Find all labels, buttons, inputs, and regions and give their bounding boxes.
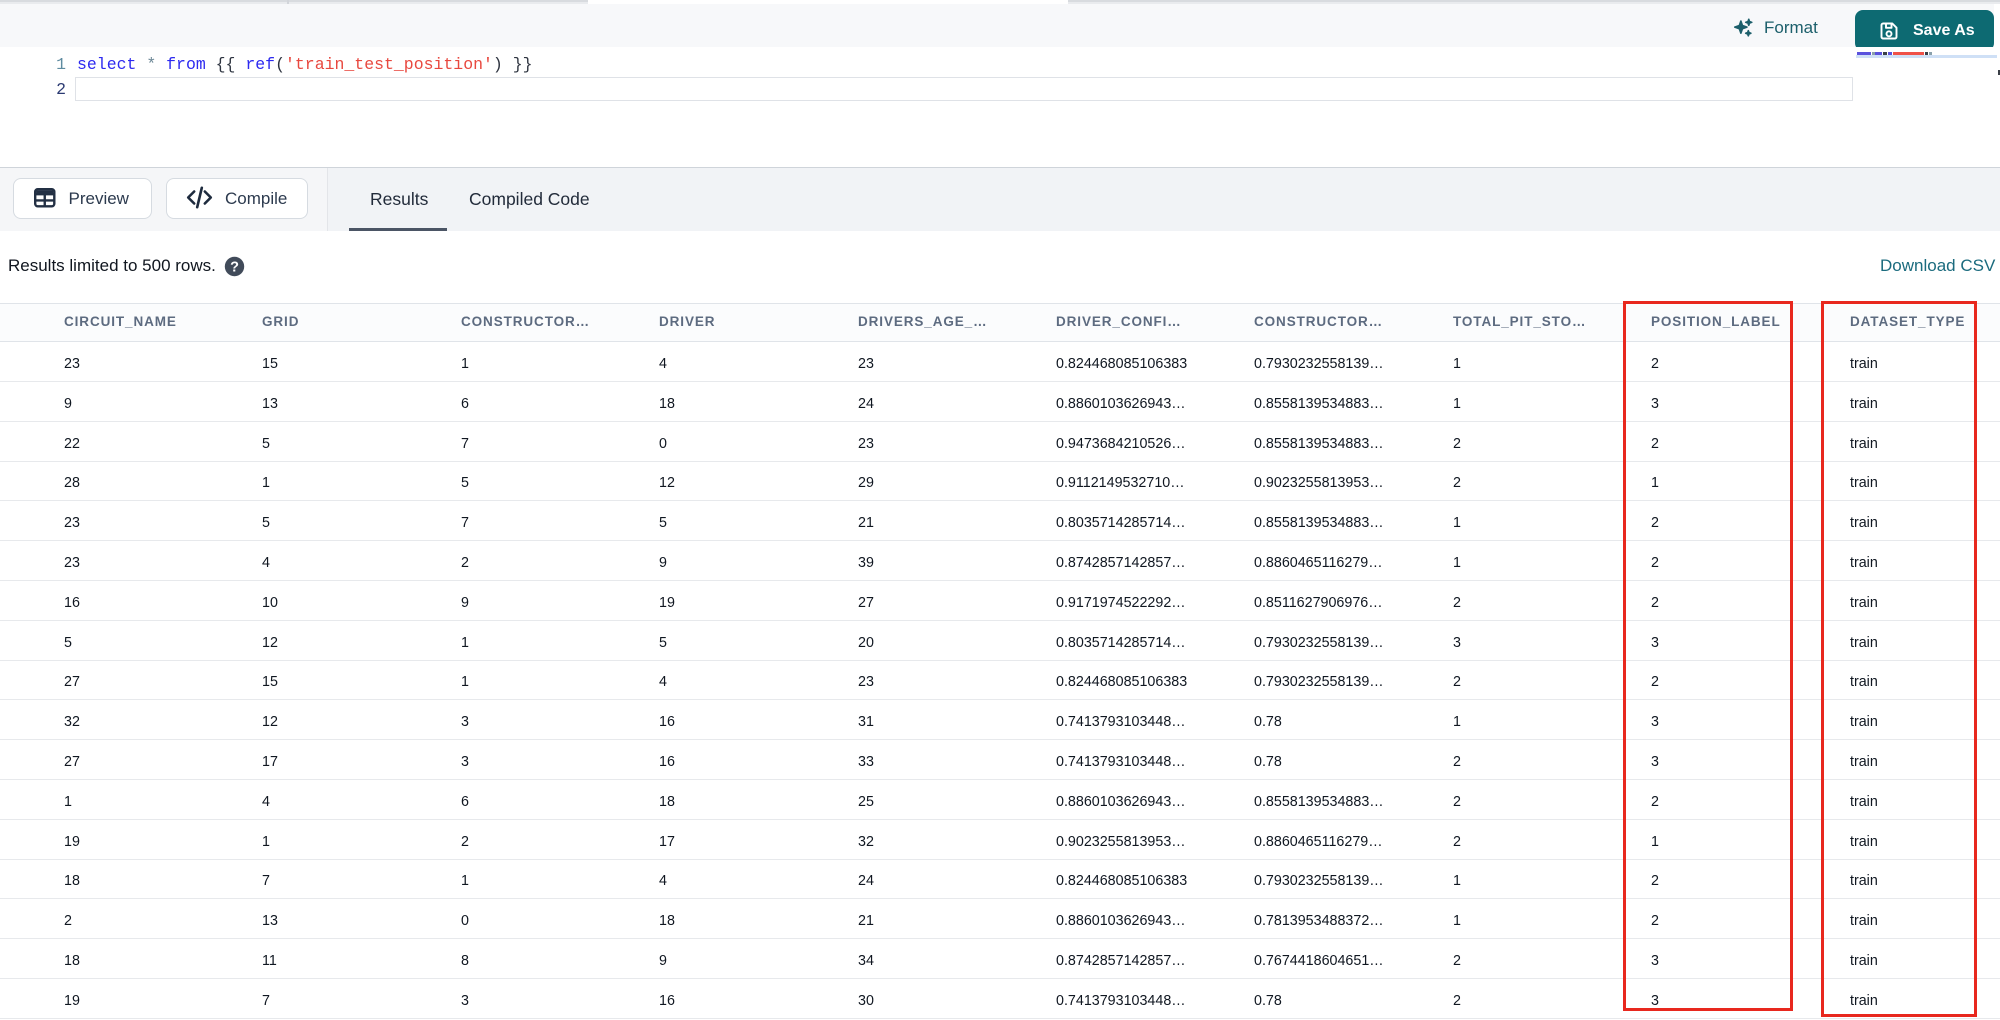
svg-text:?: ? [230,260,239,276]
